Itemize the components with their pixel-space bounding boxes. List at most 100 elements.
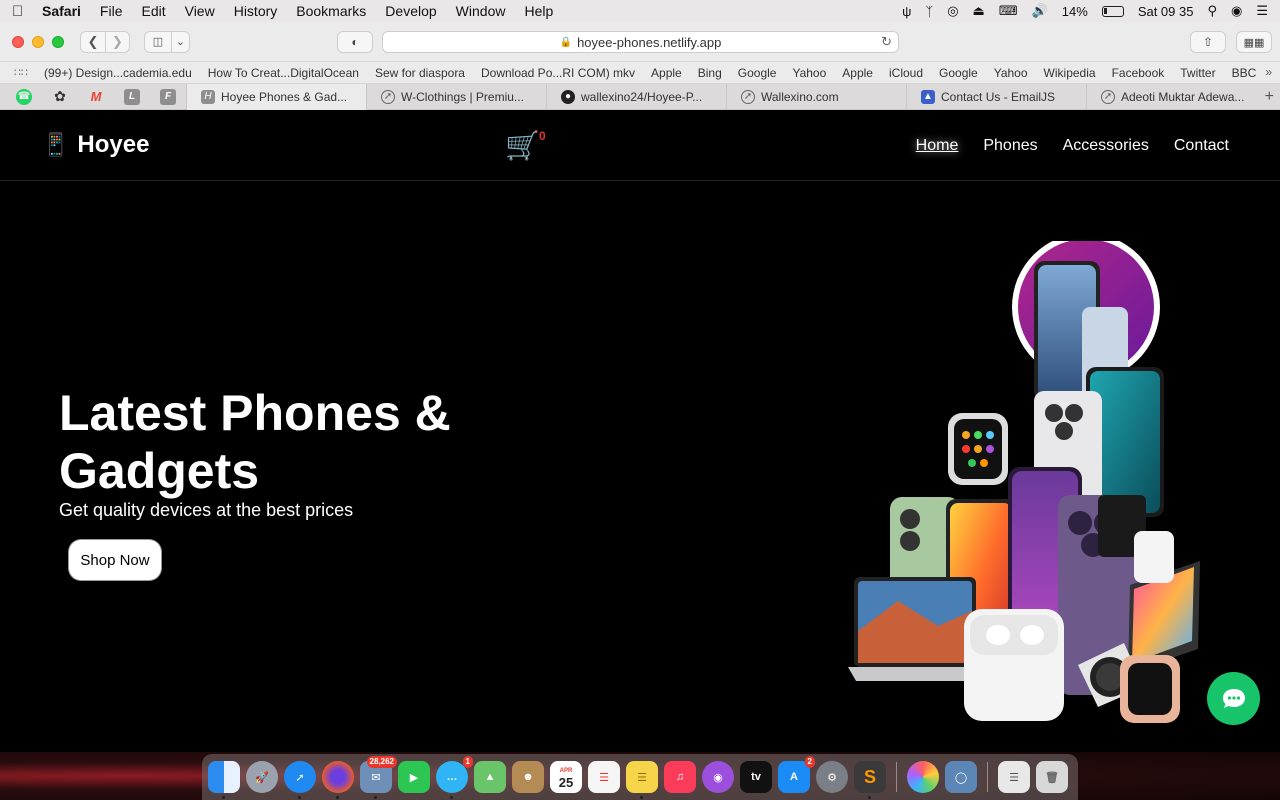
pinned-tab-f[interactable]: F — [150, 88, 186, 105]
forward-button[interactable]: ❯ — [105, 31, 129, 52]
address-bar[interactable]: 🔒 hoyee-phones.netlify.app ↻ — [382, 31, 899, 53]
notes-icon[interactable]: ☰ — [626, 761, 658, 799]
pinned-tab-l[interactable]: L — [114, 88, 150, 105]
shop-now-button[interactable]: Shop Now — [69, 540, 161, 580]
pinned-tab-gmail[interactable]: M — [78, 89, 114, 105]
app-store-icon[interactable]: A2 — [778, 756, 815, 793]
nav-phones[interactable]: Phones — [983, 137, 1037, 155]
tab-github[interactable]: ● wallexino24/Hoyee-P... — [546, 83, 726, 110]
sublime-text-icon[interactable]: S — [854, 761, 886, 799]
pinned-tab-openai[interactable]: ✿ — [42, 88, 78, 105]
new-tab-button[interactable]: + — [1265, 88, 1274, 106]
shield-icon: ◐ — [351, 35, 359, 49]
menu-bookmarks[interactable]: Bookmarks — [296, 3, 366, 19]
keyboard-icon[interactable]: ⌨ — [999, 3, 1018, 19]
bookmark-item[interactable]: Wikipedia — [1044, 66, 1096, 80]
clock[interactable]: Sat 09 35 — [1138, 4, 1194, 19]
bookmark-item[interactable]: Download Po...RI COM) mkv — [481, 66, 635, 80]
hero-subtitle: Get quality devices at the best prices — [59, 500, 354, 520]
chevron-down-icon[interactable]: ⌄ — [171, 31, 189, 52]
screen-mirroring-icon[interactable]: ◎ — [947, 3, 958, 19]
messages-icon[interactable]: … 1 — [436, 756, 473, 799]
firefox-icon[interactable] — [322, 761, 354, 799]
tab-w-clothings[interactable]: ➚ W-Clothings | Premiu... — [366, 83, 546, 110]
menu-view[interactable]: View — [185, 3, 215, 19]
chat-button[interactable] — [1207, 672, 1260, 725]
podcasts-icon[interactable]: ◉ — [702, 761, 734, 793]
music-icon[interactable]: ♫ — [664, 761, 696, 793]
facetime-icon[interactable]: ▶ — [398, 761, 430, 793]
menu-develop[interactable]: Develop — [385, 3, 436, 19]
volume-icon[interactable]: 🔊 — [1032, 3, 1048, 19]
tab-wallexino[interactable]: ➚ Wallexino.com — [726, 83, 906, 110]
bookmark-item[interactable]: Twitter — [1180, 66, 1215, 80]
mail-stamps-icon[interactable]: ✉ 28,262 — [360, 756, 397, 799]
trash-icon[interactable]: 🗑 — [1036, 761, 1068, 793]
shopping-cart-icon[interactable]: 🛒 — [505, 129, 540, 162]
contacts-icon[interactable]: ☻ — [512, 761, 544, 793]
apple-tv-icon[interactable]: tv — [740, 761, 772, 793]
system-preferences-icon[interactable]: ⚙ — [816, 761, 848, 793]
share-button[interactable]: ⇧ — [1190, 31, 1226, 53]
bookmark-item[interactable]: Google — [939, 66, 978, 80]
tab-emailjs[interactable]: ▲ Contact Us - EmailJS — [906, 83, 1086, 110]
launchpad-icon[interactable]: 🚀 — [246, 761, 278, 793]
safari-icon[interactable]: ➚ — [284, 761, 316, 799]
chat-bubble-icon — [1222, 688, 1245, 708]
preview-icon[interactable]: ◯ — [945, 761, 977, 793]
nav-home[interactable]: Home — [916, 137, 959, 155]
menu-edit[interactable]: Edit — [141, 3, 165, 19]
sidebar-icon[interactable]: ◫ — [145, 32, 171, 52]
tab-hoyee-phones[interactable]: H Hoyee Phones & Gad... — [186, 83, 366, 110]
control-center-icon[interactable]: ☰ — [1256, 3, 1268, 19]
battery-percentage[interactable]: 14% — [1062, 4, 1088, 19]
bookmark-item[interactable]: Sew for diaspora — [375, 66, 465, 80]
bookmark-item[interactable]: How To Creat...DigitalOcean — [208, 66, 359, 80]
bookmark-item[interactable]: (99+) Design...cademia.edu — [44, 66, 192, 80]
fullscreen-window-button[interactable] — [52, 35, 64, 48]
running-indicator — [374, 796, 377, 799]
menu-file[interactable]: File — [100, 3, 123, 19]
site-logo[interactable]: 📱 Hoyee — [42, 131, 149, 159]
github-icon: ● — [561, 89, 575, 104]
bookmark-item[interactable]: Apple — [842, 66, 873, 80]
downloads-stack-icon[interactable]: ☰ — [998, 761, 1030, 793]
tab-bar: ☎ ✿ M L F H Hoyee Phones & Gad... ➚ W-Cl… — [0, 83, 1280, 110]
reload-icon[interactable]: ↻ — [881, 34, 892, 50]
bookmark-item[interactable]: Bing — [698, 66, 722, 80]
finder-icon[interactable] — [208, 761, 240, 799]
apple-menu-icon[interactable]:  — [12, 3, 42, 20]
close-window-button[interactable] — [12, 35, 24, 48]
calendar-icon[interactable]: APR 25 — [550, 761, 582, 793]
bookmark-item[interactable]: Yahoo — [792, 66, 826, 80]
back-button[interactable]: ❮ — [81, 32, 105, 52]
bluetooth-icon[interactable]: ᛉ — [925, 4, 933, 19]
maps-icon[interactable]: ▲ — [474, 761, 506, 793]
nav-accessories[interactable]: Accessories — [1063, 137, 1149, 155]
menu-app-name[interactable]: Safari — [42, 3, 81, 19]
nav-contact[interactable]: Contact — [1174, 137, 1229, 155]
menu-history[interactable]: History — [234, 3, 278, 19]
bookmark-item[interactable]: Apple — [651, 66, 682, 80]
bookmark-item[interactable]: Google — [738, 66, 777, 80]
pinned-tab-whatsapp[interactable]: ☎ — [6, 88, 42, 105]
bookmark-item[interactable]: Yahoo — [994, 66, 1028, 80]
tab-adeoti[interactable]: ➚ Adeoti Muktar Adewa... — [1086, 83, 1266, 110]
tab-overview-button[interactable]: ▦▦ — [1236, 31, 1272, 53]
battery-icon[interactable] — [1101, 5, 1124, 17]
minimize-window-button[interactable] — [32, 35, 44, 48]
photos-icon[interactable] — [907, 761, 939, 793]
siri-icon[interactable]: ◉ — [1231, 3, 1242, 19]
privacy-shield-button[interactable]: ◐ — [337, 31, 373, 53]
bookmark-item[interactable]: iCloud — [889, 66, 923, 80]
bookmark-item[interactable]: BBC — [1232, 66, 1257, 80]
spotlight-search-icon[interactable]: ⚲ — [1207, 3, 1217, 19]
more-bookmarks-icon[interactable]: » — [1261, 65, 1272, 79]
menu-help[interactable]: Help — [524, 3, 553, 19]
menu-window[interactable]: Window — [456, 3, 506, 19]
favorites-grid-icon[interactable]: ∷∷ — [14, 66, 30, 79]
usb-icon[interactable]: ψ — [902, 4, 911, 19]
eject-icon[interactable]: ⏏ — [973, 3, 985, 19]
reminders-icon[interactable]: ☰ — [588, 761, 620, 793]
bookmark-item[interactable]: Facebook — [1112, 66, 1165, 80]
